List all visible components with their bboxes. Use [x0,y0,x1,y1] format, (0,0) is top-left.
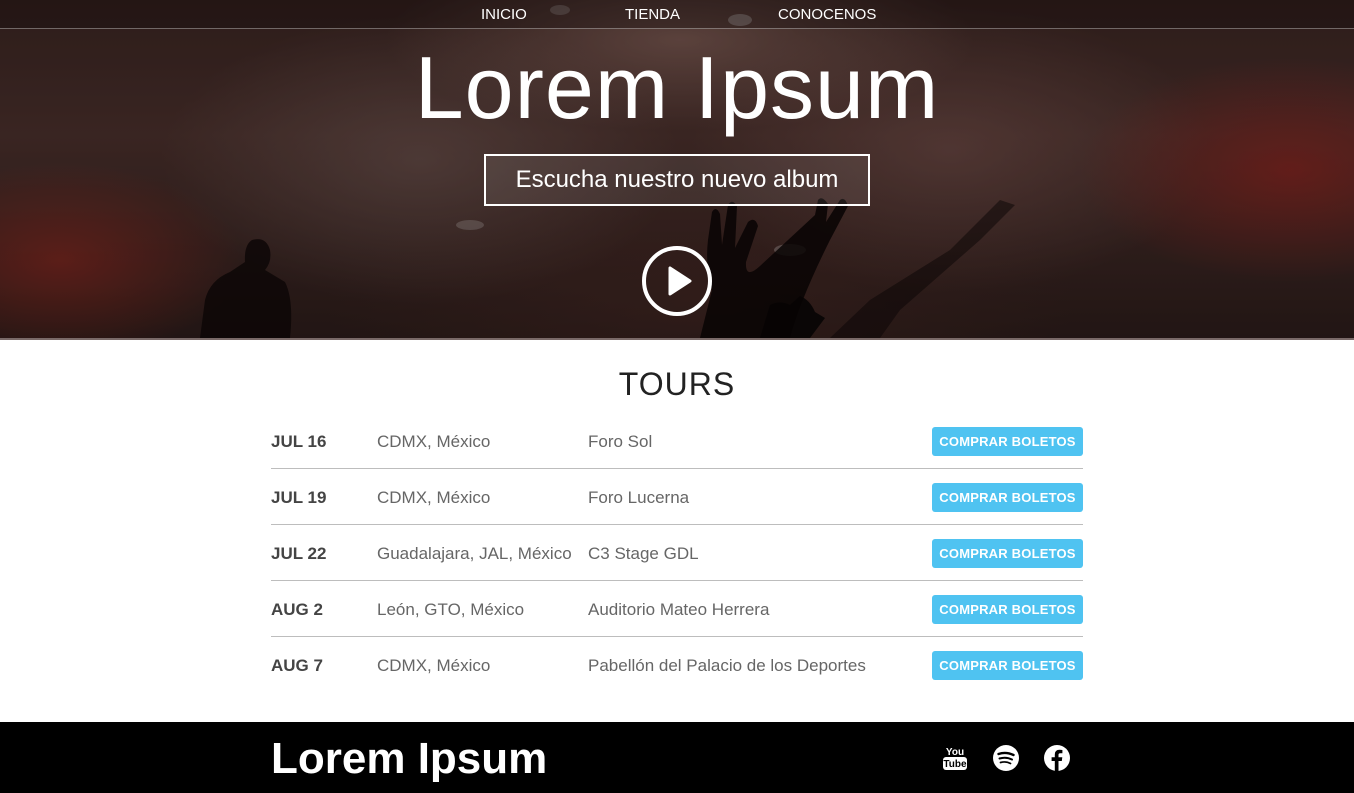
footer-title: Lorem Ipsum [271,734,548,783]
tour-row: JUL 16 CDMX, México Foro Sol COMPRAR BOL… [271,413,1083,469]
nav-conocenos[interactable]: CONOCENOS [778,6,876,23]
tour-venue: Foro Sol [588,432,653,451]
tour-date: JUL 19 [271,488,327,507]
tour-date: JUL 22 [271,544,327,563]
tour-row: JUL 19 CDMX, México Foro Lucerna COMPRAR… [271,469,1083,525]
nav-inicio[interactable]: INICIO [481,6,527,23]
tour-date: AUG 7 [271,656,323,675]
youtube-icon[interactable]: You Tube [941,744,969,772]
svg-text:You: You [946,747,964,758]
top-nav: INICIO TIENDA CONOCENOS [0,0,1354,29]
tour-city: CDMX, México [377,656,491,675]
tour-venue: Pabellón del Palacio de los Deportes [588,656,866,675]
tour-city: Guadalajara, JAL, México [377,544,572,563]
footer: Lorem Ipsum You Tube [0,722,1354,793]
tour-row: JUL 22 Guadalajara, JAL, México C3 Stage… [271,525,1083,581]
tour-city: León, GTO, México [377,600,525,619]
tour-row: AUG 2 León, GTO, México Auditorio Mateo … [271,581,1083,637]
play-circle-icon[interactable] [642,246,712,316]
nav-tienda[interactable]: TIENDA [625,6,680,23]
tours-heading: TOURS [618,366,736,402]
tour-city: CDMX, México [377,432,491,451]
tour-venue: Auditorio Mateo Herrera [588,600,770,619]
buy-tickets-button[interactable]: COMPRAR BOLETOS [932,595,1083,624]
tour-city: CDMX, México [377,488,491,507]
listen-album-button[interactable]: Escucha nuestro nuevo album [484,154,870,206]
spotify-icon[interactable] [992,744,1020,772]
svg-text:Tube: Tube [943,759,967,770]
tour-venue: C3 Stage GDL [588,544,699,563]
tour-date: JUL 16 [271,432,327,451]
tour-venue: Foro Lucerna [588,488,690,507]
hero-title: Lorem Ipsum [414,38,940,137]
buy-tickets-button[interactable]: COMPRAR BOLETOS [932,651,1083,680]
tour-list: JUL 16 CDMX, México Foro Sol COMPRAR BOL… [271,413,1083,692]
buy-tickets-button[interactable]: COMPRAR BOLETOS [932,427,1083,456]
facebook-icon[interactable] [1043,744,1071,772]
tour-row: AUG 7 CDMX, México Pabellón del Palacio … [271,637,1083,692]
buy-tickets-button[interactable]: COMPRAR BOLETOS [932,483,1083,512]
hero-section: INICIO TIENDA CONOCENOS Lorem Ipsum Escu… [0,0,1354,340]
tour-date: AUG 2 [271,600,323,619]
buy-tickets-button[interactable]: COMPRAR BOLETOS [932,539,1083,568]
